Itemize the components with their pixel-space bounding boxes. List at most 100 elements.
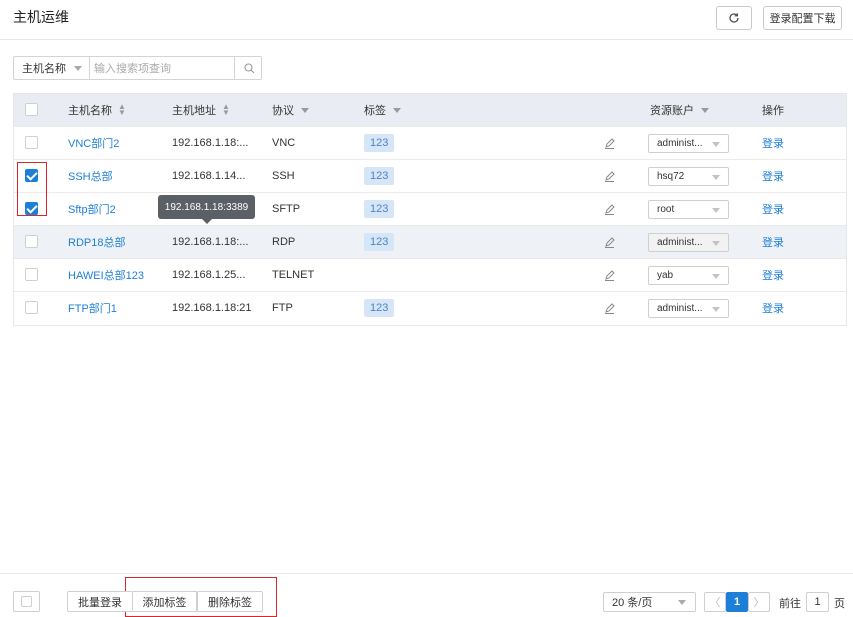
edit-icon[interactable] bbox=[604, 236, 616, 248]
login-link[interactable]: 登录 bbox=[762, 160, 784, 192]
row-checkbox[interactable] bbox=[25, 301, 38, 314]
sort-icon[interactable]: ▲ ▼ bbox=[118, 103, 126, 117]
footer-select-all-checkbox[interactable] bbox=[13, 591, 40, 612]
login-link[interactable]: 登录 bbox=[762, 127, 784, 159]
goto-label: 前往 bbox=[779, 598, 801, 610]
row-checkbox[interactable] bbox=[25, 202, 38, 215]
edit-icon[interactable] bbox=[604, 269, 616, 281]
host-protocol: VNC bbox=[272, 137, 296, 149]
chevron-down-icon bbox=[74, 66, 82, 71]
page-suffix: 页 bbox=[834, 598, 845, 610]
host-name-link[interactable]: SSH总部 bbox=[68, 160, 113, 192]
account-select[interactable]: administ... bbox=[648, 299, 729, 318]
account-select[interactable]: hsq72 bbox=[648, 167, 729, 186]
search-field-select[interactable]: 主机名称 bbox=[14, 57, 90, 79]
host-protocol: SSH bbox=[272, 170, 295, 182]
address-tooltip: 192.168.1.18:3389 bbox=[158, 195, 255, 224]
column-header-name[interactable]: 主机名称 ▲ ▼ bbox=[68, 94, 126, 126]
column-header-account[interactable]: 资源账户 bbox=[650, 94, 709, 126]
chevron-down-icon bbox=[712, 241, 720, 246]
row-checkbox[interactable] bbox=[25, 268, 38, 281]
tag-badge: 123 bbox=[364, 200, 395, 218]
host-tag-cell: 123 bbox=[364, 160, 395, 192]
host-name-link[interactable]: HAWEI总部123 bbox=[68, 259, 144, 291]
table-row: FTP部门1 192.168.1.18:21 FTP 123 administ... 登录 bbox=[14, 292, 846, 325]
column-header-action: 操作 bbox=[762, 105, 784, 117]
host-tag-cell: 123 bbox=[364, 292, 395, 324]
row-checkbox[interactable] bbox=[25, 136, 38, 149]
host-table: 主机名称 ▲ ▼ 主机地址 ▲ ▼ 协议 标签 资源账户 操作 VNC部门2 192.… bbox=[13, 93, 847, 326]
host-tag-cell: 123 bbox=[364, 127, 395, 159]
tag-badge: 123 bbox=[364, 167, 395, 185]
tag-badge: 123 bbox=[364, 233, 395, 251]
batch-login-button[interactable]: 批量登录 bbox=[67, 591, 133, 612]
table-row: SSH总部 192.168.1.14... SSH 123 hsq72 登录 bbox=[14, 160, 846, 193]
host-name-link[interactable]: RDP18总部 bbox=[68, 226, 125, 258]
account-select[interactable]: root bbox=[648, 200, 729, 219]
select-all-checkbox[interactable] bbox=[25, 103, 38, 116]
column-header-protocol[interactable]: 协议 bbox=[272, 94, 309, 126]
edit-icon[interactable] bbox=[604, 170, 616, 182]
tag-badge: 123 bbox=[364, 134, 395, 152]
search-field-label: 主机名称 bbox=[22, 63, 66, 75]
host-address: 192.168.1.14... bbox=[172, 170, 246, 182]
host-tag-cell: 123 bbox=[364, 226, 395, 258]
filter-icon[interactable] bbox=[301, 107, 309, 113]
table-row: HAWEI总部123 192.168.1.25... TELNET yab 登录 bbox=[14, 259, 846, 292]
host-address: 192.168.1.25... bbox=[172, 269, 246, 281]
account-select[interactable]: administ... bbox=[648, 233, 729, 252]
login-link[interactable]: 登录 bbox=[762, 193, 784, 225]
chevron-left-icon: 〈 bbox=[709, 597, 721, 609]
login-link[interactable]: 登录 bbox=[762, 259, 784, 291]
edit-icon[interactable] bbox=[604, 137, 616, 149]
host-protocol: SFTP bbox=[272, 203, 301, 215]
table-row: RDP18总部 192.168.1.18:... RDP 123 administ...… bbox=[14, 226, 846, 259]
edit-icon[interactable] bbox=[604, 203, 616, 215]
account-select[interactable]: yab bbox=[648, 266, 729, 285]
host-protocol: TELNET bbox=[272, 269, 315, 281]
search-bar: 主机名称 bbox=[13, 56, 262, 80]
login-link[interactable]: 登录 bbox=[762, 226, 784, 258]
search-button[interactable] bbox=[234, 57, 263, 79]
refresh-icon bbox=[729, 13, 739, 23]
filter-icon[interactable] bbox=[701, 107, 709, 113]
page-size-select[interactable]: 20 条/页 bbox=[603, 592, 696, 612]
remove-tag-button[interactable]: 删除标签 bbox=[197, 591, 263, 612]
filter-icon[interactable] bbox=[393, 107, 401, 113]
page-number-current[interactable]: 1 bbox=[726, 592, 748, 612]
chevron-down-icon bbox=[712, 175, 720, 180]
sort-icon[interactable]: ▲ ▼ bbox=[222, 103, 230, 117]
login-config-download-button[interactable]: 登录配置下载 bbox=[763, 6, 842, 30]
account-select[interactable]: administ... bbox=[648, 134, 729, 153]
next-page-button[interactable]: 〉 bbox=[748, 592, 770, 612]
page-title: 主机运维 bbox=[13, 9, 69, 25]
host-protocol: FTP bbox=[272, 302, 293, 314]
host-name-link[interactable]: FTP部门1 bbox=[68, 292, 117, 324]
chevron-down-icon bbox=[712, 208, 720, 213]
add-tag-button[interactable]: 添加标签 bbox=[133, 591, 197, 612]
search-input[interactable] bbox=[92, 59, 246, 79]
chevron-down-icon bbox=[678, 600, 686, 605]
chevron-down-icon bbox=[712, 142, 720, 147]
row-checkbox[interactable] bbox=[25, 235, 38, 248]
page-header: 主机运维 登录配置下载 bbox=[0, 0, 853, 40]
refresh-button[interactable] bbox=[716, 6, 752, 30]
host-protocol: RDP bbox=[272, 236, 296, 248]
host-address: 192.168.1.18:... bbox=[172, 137, 249, 149]
host-tag-cell: 123 bbox=[364, 193, 395, 225]
login-link[interactable]: 登录 bbox=[762, 292, 784, 324]
host-name-link[interactable]: VNC部门2 bbox=[68, 127, 119, 159]
prev-page-button[interactable]: 〈 bbox=[704, 592, 726, 612]
row-checkbox[interactable] bbox=[25, 169, 38, 182]
host-address: 192.168.1.18:... bbox=[172, 236, 249, 248]
goto-page-input[interactable]: 1 bbox=[806, 592, 829, 612]
host-name-link[interactable]: Sftp部门2 bbox=[68, 193, 116, 225]
edit-icon[interactable] bbox=[604, 302, 616, 314]
column-header-address[interactable]: 主机地址 ▲ ▼ bbox=[172, 94, 230, 126]
chevron-down-icon bbox=[712, 307, 720, 312]
column-header-tag[interactable]: 标签 bbox=[364, 94, 401, 126]
tag-badge: 123 bbox=[364, 299, 395, 317]
chevron-right-icon: 〉 bbox=[753, 597, 765, 609]
chevron-down-icon bbox=[712, 274, 720, 279]
search-icon bbox=[243, 62, 254, 73]
